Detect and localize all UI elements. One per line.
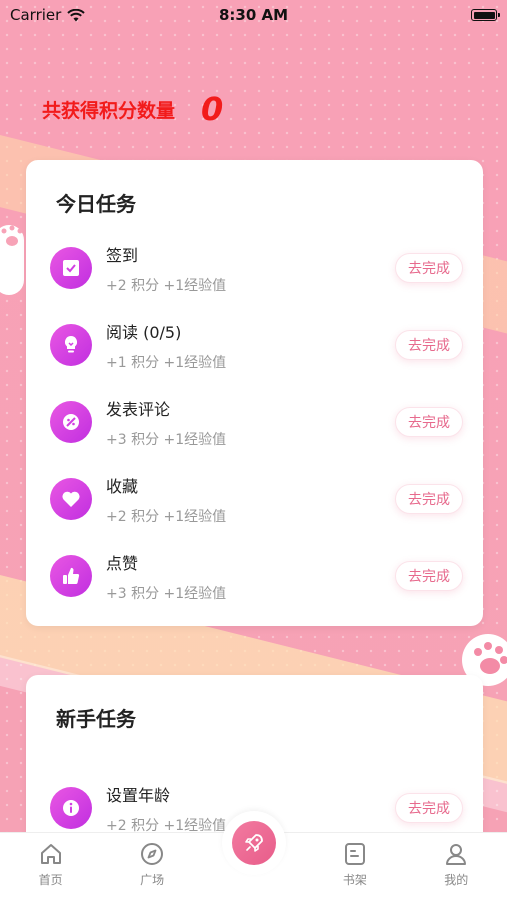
task-name: 发表评论: [106, 399, 171, 419]
daily-tasks-card: 今日任务 签到 +2 积分 +1经验值 去完成 阅读 (0/5) +1 积分 +…: [26, 160, 483, 626]
bottom-tab-bar: 首页 广场 书架 我的: [0, 811, 507, 900]
home-icon: [40, 844, 61, 864]
go-complete-button[interactable]: 去完成: [395, 407, 463, 437]
info-icon: [63, 800, 79, 816]
comment-icon: [63, 414, 79, 430]
task-icon-badge: [50, 324, 92, 366]
task-name: 点赞: [106, 553, 139, 573]
carrier-group: Carrier: [10, 6, 86, 24]
bookshelf-icon: [344, 843, 365, 865]
tab-square[interactable]: 广场: [112, 841, 192, 888]
tab-bookshelf[interactable]: 书架: [315, 841, 395, 888]
task-reward: +3 积分 +1经验值: [106, 585, 227, 602]
battery-icon: [471, 9, 500, 21]
tab-home[interactable]: 首页: [11, 841, 91, 888]
task-name: 设置年龄: [106, 785, 171, 805]
center-launch-button[interactable]: [221, 811, 286, 875]
tab-label: 我的: [444, 873, 469, 887]
tab-label: 广场: [140, 873, 165, 887]
task-read: 阅读 (0/5) +1 积分 +1经验值 去完成: [50, 315, 463, 375]
task-reward: +1 积分 +1经验值: [106, 354, 227, 371]
wifi-icon: [67, 8, 86, 21]
task-reward: +2 积分 +1经验值: [106, 508, 227, 525]
points-value: 0: [201, 90, 224, 128]
task-name: 收藏: [106, 476, 139, 496]
daily-tasks-title: 今日任务: [56, 192, 136, 216]
task-icon-badge: [50, 401, 92, 443]
tab-label: 首页: [38, 873, 63, 887]
compass-icon: [141, 843, 164, 865]
center-button-circle: [231, 821, 276, 865]
profile-icon: [446, 844, 467, 865]
go-complete-button[interactable]: 去完成: [395, 561, 463, 591]
tab-label: 书架: [342, 873, 367, 887]
task-name: 阅读 (0/5): [106, 322, 182, 342]
task-sign-in: 签到 +2 积分 +1经验值 去完成: [50, 238, 463, 298]
status-bar: Carrier 8:30 AM: [0, 0, 507, 30]
go-complete-button[interactable]: 去完成: [395, 484, 463, 514]
tab-profile[interactable]: 我的: [416, 841, 496, 888]
task-favorite: 收藏 +2 积分 +1经验值 去完成: [50, 469, 463, 529]
task-reward: +3 积分 +1经验值: [106, 431, 227, 448]
points-label: 共获得积分数量: [42, 99, 176, 122]
newbie-tasks-title: 新手任务: [56, 707, 136, 731]
carrier-label: Carrier: [10, 6, 62, 24]
task-icon-badge: [50, 787, 92, 829]
points-summary: 共获得积分数量 0: [42, 90, 223, 128]
go-complete-button[interactable]: 去完成: [395, 330, 463, 360]
task-reward: +2 积分 +1经验值: [106, 277, 227, 294]
task-icon-badge: [50, 555, 92, 597]
task-comment: 发表评论 +3 积分 +1经验值 去完成: [50, 392, 463, 452]
checkbox-icon: [63, 260, 79, 276]
heart-icon: [62, 491, 80, 507]
rocket-icon: [244, 834, 263, 852]
task-icon-badge: [50, 478, 92, 520]
thumbs-up-icon: [63, 567, 80, 585]
lightbulb-icon: [64, 335, 78, 353]
go-complete-button[interactable]: 去完成: [395, 793, 463, 823]
go-complete-button[interactable]: 去完成: [395, 253, 463, 283]
task-name: 签到: [106, 245, 139, 265]
task-icon-badge: [50, 247, 92, 289]
task-like: 点赞 +3 积分 +1经验值 去完成: [50, 546, 463, 606]
